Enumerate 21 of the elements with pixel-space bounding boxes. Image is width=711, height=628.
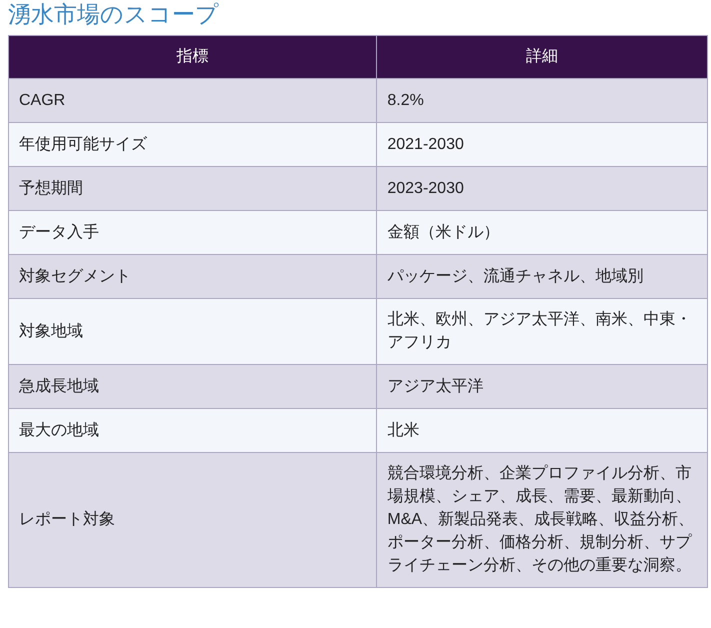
page-title: 湧水市場のスコープ [8, 2, 220, 28]
table-cell: 2023-2030 [376, 166, 708, 211]
table-cell: 競合環境分析、企業プロファイル分析、市場規模、シェア、成長、需要、最新動向、M&A、新製品発表、成長戦略、収益分析、ポーター分析、価格分析、規制分析、サプライチェーン分析、その他の重要な洞察。 [376, 452, 708, 588]
table-cell: データ入手 [8, 210, 377, 255]
table-cell: 急成長地域 [8, 364, 377, 408]
table-cell: 年使用可能サイズ [8, 122, 377, 167]
table-cell: CAGR [8, 78, 377, 123]
column-header: 指標 [8, 36, 377, 79]
table-cell: パッケージ、流通チャネル、地域別 [376, 254, 708, 299]
table-cell: 予想期間 [8, 166, 377, 211]
table-cell: 対象地域 [8, 298, 377, 364]
table-cell: 北米、欧州、アジア太平洋、南米、中東・アフリカ [376, 298, 708, 364]
table-cell: 金額（米ドル） [376, 210, 708, 255]
table-cell: 8.2% [376, 78, 708, 123]
column-header: 詳細 [376, 36, 708, 79]
table-cell: アジア太平洋 [376, 364, 708, 408]
table-cell: 北米 [376, 408, 708, 452]
table-cell: 2021-2030 [376, 122, 708, 167]
table-cell: 最大の地域 [8, 408, 377, 452]
table-cell: 対象セグメント [8, 254, 377, 299]
table-cell: レポート対象 [8, 452, 377, 588]
